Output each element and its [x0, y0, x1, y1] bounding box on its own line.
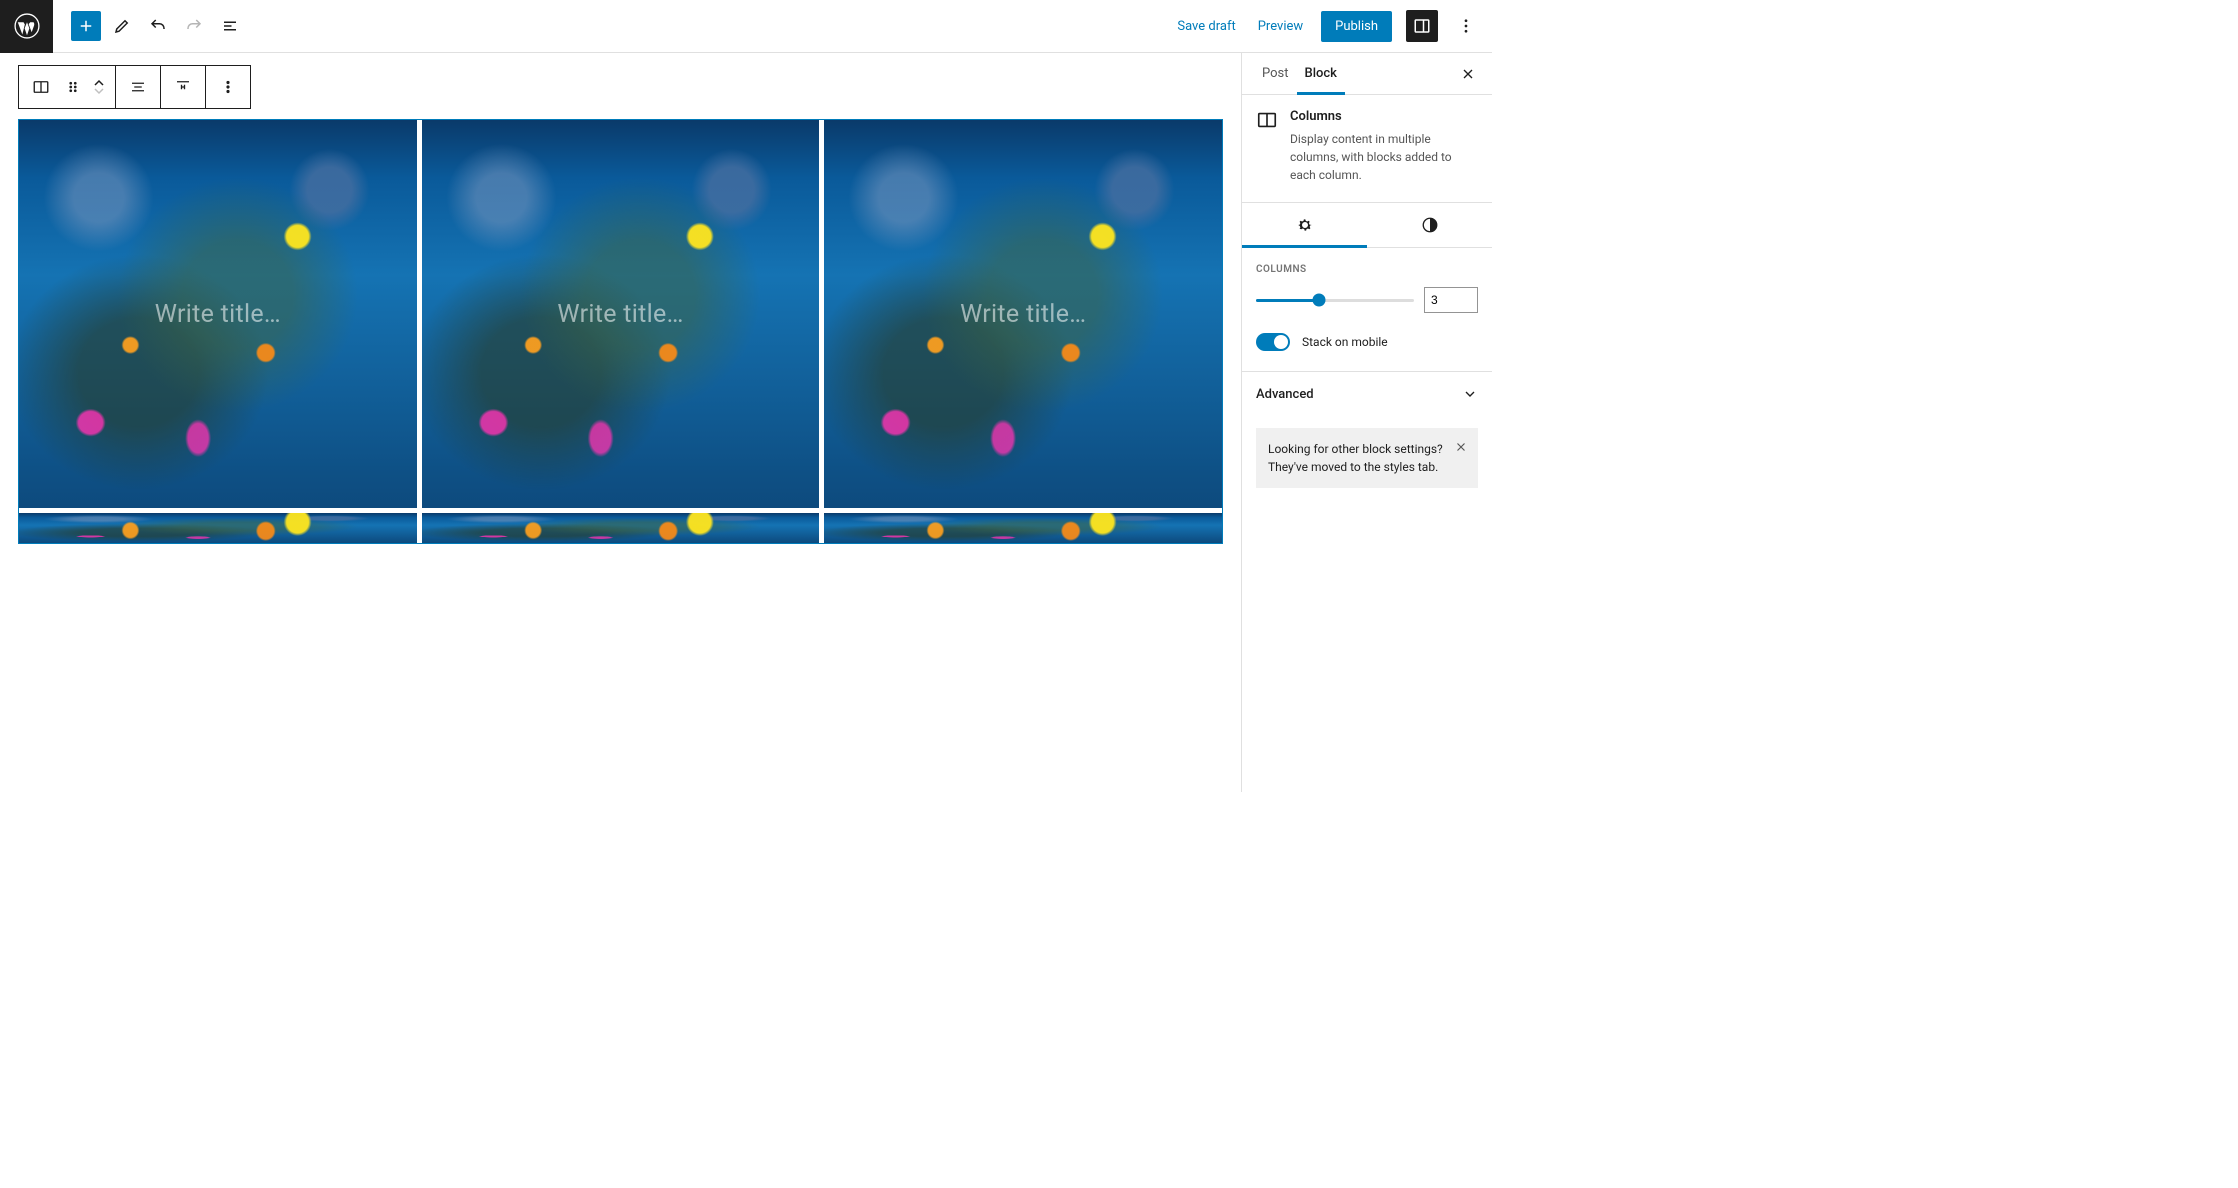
column-placeholder: Write title…: [960, 300, 1086, 329]
align-button[interactable]: [122, 71, 154, 103]
column-1[interactable]: Write title…: [19, 120, 417, 508]
columns-slider[interactable]: [1256, 299, 1414, 302]
wordpress-logo[interactable]: [0, 0, 53, 53]
editor-canvas: Write title… Write title… Write title…: [0, 53, 1241, 792]
close-icon: [1454, 440, 1468, 454]
main-area: Write title… Write title… Write title… P…: [0, 53, 1492, 792]
preview-button[interactable]: Preview: [1254, 13, 1307, 40]
kebab-icon: [219, 78, 237, 96]
column-2[interactable]: Write title…: [422, 120, 820, 508]
undo-icon: [149, 17, 167, 35]
top-right-tools: Save draft Preview Publish: [1173, 10, 1492, 42]
chevron-down-icon: [93, 87, 105, 95]
sidebar-tabs: Post Block: [1242, 53, 1492, 95]
block-title: Columns: [1290, 109, 1478, 124]
advanced-label: Advanced: [1256, 387, 1314, 402]
redo-icon: [185, 17, 203, 35]
save-draft-button[interactable]: Save draft: [1173, 13, 1239, 40]
add-block-button[interactable]: [71, 11, 101, 41]
stack-on-mobile-toggle[interactable]: [1256, 333, 1290, 351]
wordpress-icon: [14, 13, 40, 39]
gear-icon: [1296, 216, 1314, 234]
block-more-button[interactable]: [212, 71, 244, 103]
redo-button[interactable]: [179, 11, 209, 41]
column-placeholder: Write title…: [557, 300, 683, 329]
settings-panel-toggle[interactable]: [1406, 10, 1438, 42]
sidebar-close-button[interactable]: [1456, 62, 1480, 86]
advanced-accordion[interactable]: Advanced: [1242, 372, 1492, 416]
pencil-icon: [113, 17, 131, 35]
undo-button[interactable]: [143, 11, 173, 41]
move-up-down[interactable]: [89, 71, 109, 103]
tab-block[interactable]: Block: [1297, 53, 1345, 94]
align-icon: [129, 78, 147, 96]
drag-icon: [64, 78, 82, 96]
columns-range-control: [1256, 287, 1478, 313]
top-toolbar: Save draft Preview Publish: [0, 0, 1492, 53]
tab-post[interactable]: Post: [1254, 53, 1297, 94]
top-left-tools: [53, 11, 245, 41]
styles-moved-notice: Looking for other block settings? They'v…: [1256, 428, 1478, 488]
columns-panel: COLUMNS Stack on mobile: [1242, 248, 1492, 372]
block-type-button[interactable]: [25, 71, 57, 103]
columns-block[interactable]: Write title… Write title… Write title…: [18, 119, 1223, 544]
subtab-settings[interactable]: [1242, 203, 1367, 247]
column-1-b[interactable]: [19, 513, 417, 543]
document-overview-button[interactable]: [215, 11, 245, 41]
notice-close-button[interactable]: [1452, 438, 1470, 456]
chevron-down-icon: [1462, 386, 1478, 402]
columns-number-input[interactable]: [1424, 287, 1478, 313]
block-toolbar: [18, 65, 251, 109]
options-menu-button[interactable]: [1452, 12, 1480, 40]
column-3[interactable]: Write title…: [824, 120, 1222, 508]
sidebar-subtabs: [1242, 203, 1492, 248]
stack-toggle-row: Stack on mobile: [1256, 333, 1478, 351]
contrast-icon: [1421, 216, 1439, 234]
block-description: Display content in multiple columns, wit…: [1290, 130, 1478, 184]
plus-icon: [77, 17, 95, 35]
block-info: Columns Display content in multiple colu…: [1242, 95, 1492, 203]
column-placeholder: Write title…: [155, 300, 281, 329]
columns-icon: [32, 78, 50, 96]
settings-sidebar: Post Block Columns Display content in mu…: [1241, 53, 1492, 792]
vertical-align-icon: [174, 78, 192, 96]
close-icon: [1460, 66, 1476, 82]
list-icon: [221, 17, 239, 35]
kebab-icon: [1457, 17, 1475, 35]
edit-mode-button[interactable]: [107, 11, 137, 41]
columns-label: COLUMNS: [1256, 264, 1478, 275]
publish-button[interactable]: Publish: [1321, 11, 1392, 42]
subtab-styles[interactable]: [1367, 203, 1492, 247]
column-3-b[interactable]: [824, 513, 1222, 543]
stack-on-mobile-label: Stack on mobile: [1302, 335, 1388, 349]
column-2-b[interactable]: [422, 513, 820, 543]
notice-text: Looking for other block settings? They'v…: [1268, 442, 1443, 474]
chevron-up-icon: [93, 79, 105, 87]
drag-handle[interactable]: [57, 71, 89, 103]
vertical-align-button[interactable]: [167, 71, 199, 103]
columns-icon: [1256, 109, 1278, 131]
sidebar-icon: [1413, 17, 1431, 35]
